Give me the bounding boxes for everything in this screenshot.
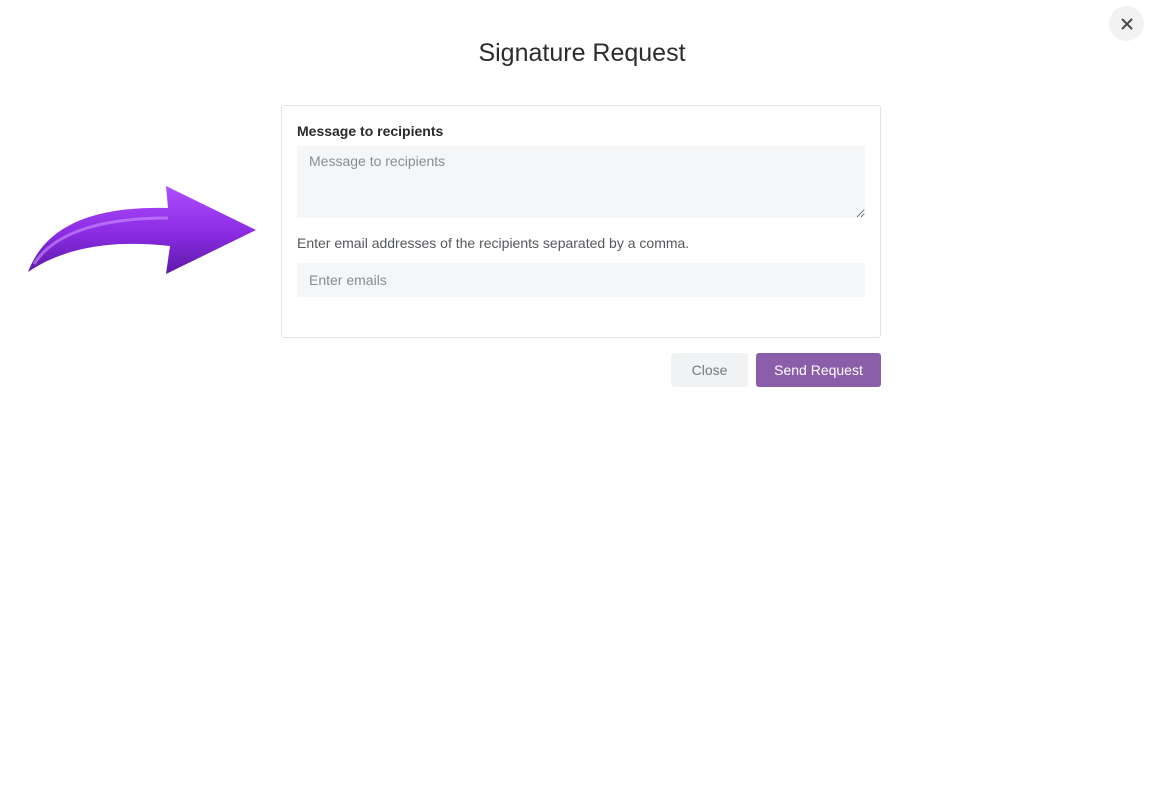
message-label: Message to recipients bbox=[297, 123, 444, 139]
send-request-button[interactable]: Send Request bbox=[756, 353, 881, 387]
request-form-card: Message to recipients Enter email addres… bbox=[281, 105, 881, 338]
close-button[interactable]: Close bbox=[671, 353, 748, 387]
emails-hint: Enter email addresses of the recipients … bbox=[297, 235, 690, 251]
close-icon bbox=[1121, 18, 1132, 29]
curved-arrow-right-icon bbox=[28, 186, 256, 274]
message-textarea[interactable] bbox=[297, 146, 865, 218]
dialog-title: Signature Request bbox=[478, 39, 686, 67]
emails-input[interactable] bbox=[297, 263, 865, 297]
signature-request-dialog: Signature Request Message to recipients … bbox=[0, 0, 1164, 808]
